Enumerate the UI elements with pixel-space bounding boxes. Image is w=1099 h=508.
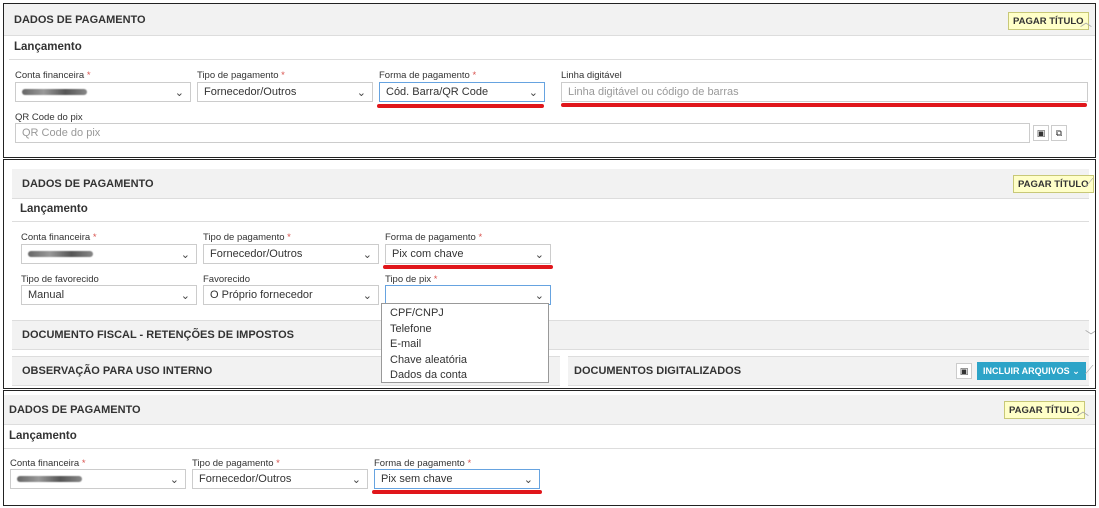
section-title: DADOS DE PAGAMENTO	[9, 403, 141, 416]
tipo-pagamento-label: Tipo de pagamento *	[203, 232, 291, 243]
paste-icon[interactable]: ▣	[1033, 125, 1049, 141]
chevron-down-icon: ⌄	[180, 290, 190, 302]
forma-pagamento-select[interactable]: Pix com chave ⌄	[385, 244, 551, 264]
section-header-fiscal[interactable]: DOCUMENTO FISCAL - RETENÇÕES DE IMPOSTOS	[12, 320, 1089, 350]
chevron-down-icon: ⌄	[362, 249, 372, 261]
highlight-underline	[372, 490, 542, 494]
tipo-pagamento-label: Tipo de pagamento *	[192, 458, 280, 469]
pix-option-email[interactable]: E-mail	[382, 337, 548, 353]
tipo-favorecido-label: Tipo de favorecido	[21, 274, 99, 285]
tipo-pagamento-label: Tipo de pagamento *	[197, 70, 285, 81]
pay-title-button[interactable]: PAGAR TÍTULO	[1013, 175, 1094, 193]
section-header-payment[interactable]: DADOS DE PAGAMENTO	[4, 4, 1095, 36]
payment-panel-2: DADOS DE PAGAMENTO PAGAR TÍTULO ⟋ Lançam…	[3, 159, 1096, 389]
conta-select[interactable]: ⌄	[21, 244, 197, 264]
linha-digitavel-input[interactable]: Linha digitável ou código de barras	[561, 82, 1088, 102]
highlight-underline	[561, 103, 1087, 107]
pix-option-dados-conta[interactable]: Dados da conta	[382, 368, 548, 384]
chevron-down-icon: ⌄	[534, 249, 544, 261]
pix-option-cpf-cnpj[interactable]: CPF/CNPJ	[382, 306, 548, 322]
lancamento-subheader: Lançamento	[9, 430, 77, 442]
tipo-pagamento-select[interactable]: Fornecedor/Outros ⌄	[197, 82, 373, 102]
qr-code-label: QR Code do pix	[15, 112, 83, 123]
tipo-pagamento-value: Fornecedor/Outros	[204, 86, 297, 98]
pix-option-telefone[interactable]: Telefone	[382, 322, 548, 338]
section-title: OBSERVAÇÃO PARA USO INTERNO	[22, 365, 213, 377]
section-title: DADOS DE PAGAMENTO	[22, 177, 154, 190]
chevron-down-icon: ⌄	[362, 290, 372, 302]
conta-label: Conta financeira *	[15, 70, 91, 81]
tipo-pagamento-value: Fornecedor/Outros	[210, 248, 303, 260]
section-header-payment[interactable]: DADOS DE PAGAMENTO	[12, 169, 1089, 199]
favorecido-label: Favorecido	[203, 274, 250, 285]
chevron-down-icon: ⌄	[528, 87, 538, 99]
favorecido-select[interactable]: O Próprio fornecedor ⌄	[203, 285, 379, 305]
chevron-down-icon: ⌄	[169, 474, 179, 486]
divider	[12, 221, 1089, 222]
section-title: DADOS DE PAGAMENTO	[14, 13, 146, 26]
chevron-down-icon: ⌄	[180, 249, 190, 261]
qr-code-input[interactable]: QR Code do pix	[15, 123, 1030, 143]
divider	[9, 59, 1092, 60]
forma-pagamento-label: Forma de pagamento *	[385, 232, 483, 243]
chevron-down-icon[interactable]: ﹀	[1085, 327, 1095, 344]
conta-select[interactable]: ⌄	[15, 82, 191, 102]
tipo-pix-label: Tipo de pix *	[385, 274, 438, 285]
chevron-down-icon: ⌄	[174, 87, 184, 99]
forma-pagamento-value: Pix com chave	[392, 248, 464, 260]
conta-label: Conta financeira *	[21, 232, 97, 243]
forma-pagamento-select[interactable]: Pix sem chave ⌄	[374, 469, 540, 489]
pay-title-button[interactable]: PAGAR TÍTULO	[1004, 401, 1085, 419]
lancamento-subheader: Lançamento	[20, 203, 88, 215]
linha-digitavel-label: Linha digitável	[561, 70, 622, 81]
forma-pagamento-label: Forma de pagamento *	[379, 70, 477, 81]
chevron-up-icon[interactable]: ⟋	[1085, 363, 1093, 378]
chevron-down-icon: ⌄	[1072, 365, 1080, 376]
section-title: DOCUMENTO FISCAL - RETENÇÕES DE IMPOSTOS	[22, 329, 294, 341]
forma-pagamento-select[interactable]: Cód. Barra/QR Code ⌄	[379, 82, 545, 102]
tipo-pix-select[interactable]: ⌄	[385, 285, 551, 305]
conta-select[interactable]: ⌄	[10, 469, 186, 489]
chevron-down-icon: ⌄	[534, 290, 544, 302]
chevron-down-icon: ⌄	[351, 474, 361, 486]
pix-option-chave-aleatoria[interactable]: Chave aleatória	[382, 353, 548, 369]
section-header-payment[interactable]: DADOS DE PAGAMENTO	[4, 395, 1095, 425]
copy-icon[interactable]: ⧉	[1051, 125, 1067, 141]
payment-panel-3: DADOS DE PAGAMENTO PAGAR TÍTULO ︿ Lançam…	[3, 390, 1096, 506]
pay-title-button[interactable]: PAGAR TÍTULO	[1008, 12, 1089, 30]
forma-pagamento-label: Forma de pagamento *	[374, 458, 472, 469]
payment-panel-1: DADOS DE PAGAMENTO PAGAR TÍTULO ︿ Lançam…	[3, 3, 1096, 158]
section-title: DOCUMENTOS DIGITALIZADOS	[574, 365, 742, 377]
chevron-up-icon[interactable]: ︿	[1077, 402, 1089, 419]
tipo-pix-dropdown: CPF/CNPJ Telefone E-mail Chave aleatória…	[381, 303, 549, 383]
tipo-favorecido-value: Manual	[28, 289, 65, 301]
chevron-down-icon: ⌄	[523, 474, 533, 486]
highlight-underline	[383, 265, 553, 269]
chevron-down-icon: ⌄	[356, 87, 366, 99]
tipo-pagamento-select[interactable]: Fornecedor/Outros ⌄	[203, 244, 379, 264]
chevron-up-icon[interactable]: ︿	[1080, 13, 1092, 30]
forma-pagamento-value: Pix sem chave	[381, 473, 453, 485]
highlight-underline	[377, 104, 544, 108]
chevron-up-icon[interactable]: ⟋	[1085, 176, 1093, 191]
paste-icon[interactable]: ▣	[956, 363, 972, 379]
lancamento-subheader: Lançamento	[14, 41, 82, 53]
tipo-favorecido-select[interactable]: Manual ⌄	[21, 285, 197, 305]
conta-value-redacted	[28, 251, 93, 257]
tipo-pagamento-value: Fornecedor/Outros	[199, 473, 292, 485]
divider	[4, 448, 1095, 449]
conta-value-redacted	[22, 89, 87, 95]
conta-label: Conta financeira *	[10, 458, 86, 469]
forma-pagamento-value: Cód. Barra/QR Code	[386, 86, 489, 98]
favorecido-value: O Próprio fornecedor	[210, 289, 313, 301]
incluir-arquivos-button[interactable]: INCLUIR ARQUIVOS ⌄	[977, 362, 1086, 380]
tipo-pagamento-select[interactable]: Fornecedor/Outros ⌄	[192, 469, 368, 489]
conta-value-redacted	[17, 476, 82, 482]
